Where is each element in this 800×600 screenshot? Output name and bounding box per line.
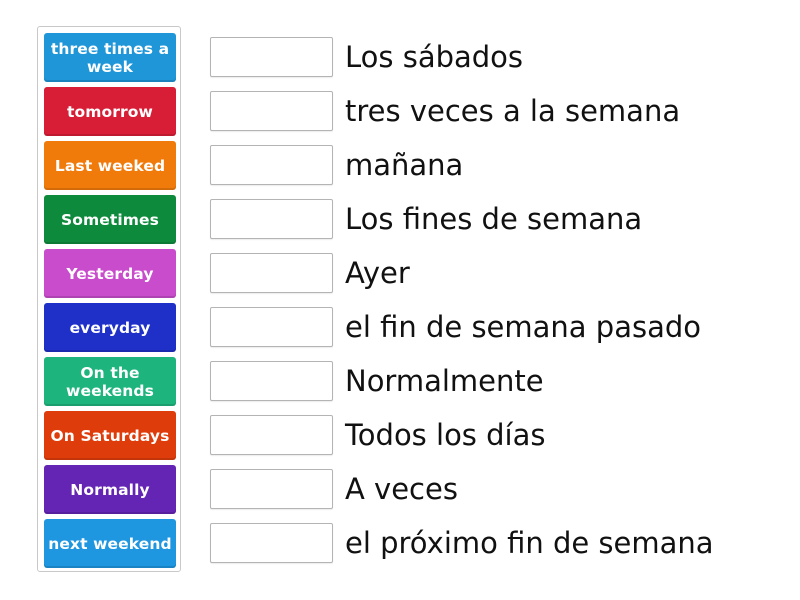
drop-zone[interactable]	[210, 145, 333, 185]
prompt-text: Todos los días	[345, 418, 546, 452]
prompt-text: Los sábados	[345, 40, 524, 74]
prompt-text: A veces	[345, 472, 458, 506]
answer-tile-label: everyday	[69, 318, 151, 337]
answer-tile[interactable]: On Saturdays	[44, 411, 176, 460]
answer-tile[interactable]: Normally	[44, 465, 176, 514]
answer-tile-label: Sometimes	[61, 210, 159, 229]
drop-zone[interactable]	[210, 523, 333, 563]
drop-zone[interactable]	[210, 199, 333, 239]
answer-tile[interactable]: Sometimes	[44, 195, 176, 244]
answer-tile-label: Yesterday	[66, 264, 154, 283]
answer-tile-label: next weekend	[48, 534, 172, 553]
drop-zone[interactable]	[210, 469, 333, 509]
prompt-text: mañana	[345, 148, 464, 182]
tile-tray: three times a week tomorrow Last weeked Som…	[37, 26, 181, 572]
prompt-text: el fin de semana pasado	[345, 310, 702, 344]
answer-tile-label: tomorrow	[67, 102, 153, 121]
prompt-row: tres veces a la semana	[210, 90, 680, 132]
answer-tile[interactable]: three times a week	[44, 33, 176, 82]
prompt-row: Ayer	[210, 252, 410, 294]
answer-tile-label: three times a week	[50, 39, 170, 76]
drop-zone[interactable]	[210, 91, 333, 131]
prompt-text: tres veces a la semana	[345, 94, 681, 128]
match-up-game: three times a week tomorrow Last weeked Som…	[0, 0, 800, 600]
drop-zone[interactable]	[210, 253, 333, 293]
answer-tile[interactable]: Last weeked	[44, 141, 176, 190]
answer-tile-label: On Saturdays	[50, 426, 170, 445]
answer-tile-label: Last weeked	[54, 156, 166, 175]
drop-zone[interactable]	[210, 415, 333, 455]
answer-tile-label: Normally	[70, 480, 150, 499]
answer-tile[interactable]: everyday	[44, 303, 176, 352]
prompt-row: A veces	[210, 468, 458, 510]
prompt-text: Normalmente	[345, 364, 544, 398]
prompt-row: Normalmente	[210, 360, 544, 402]
prompt-text: Los fines de semana	[345, 202, 643, 236]
answer-tile-label: On the weekends	[66, 363, 154, 400]
prompt-row: Los fines de semana	[210, 198, 642, 240]
drop-zone[interactable]	[210, 307, 333, 347]
answer-tile[interactable]: Yesterday	[44, 249, 176, 298]
prompt-row: mañana	[210, 144, 463, 186]
prompt-row: Los sábados	[210, 36, 523, 78]
prompt-row: Todos los días	[210, 414, 545, 456]
drop-zone[interactable]	[210, 361, 333, 401]
answer-tile[interactable]: next weekend	[44, 519, 176, 568]
prompt-text: el próximo fin de semana	[345, 526, 714, 560]
prompt-text: Ayer	[345, 256, 410, 290]
answer-tile[interactable]: On the weekends	[44, 357, 176, 406]
prompt-row: el fin de semana pasado	[210, 306, 701, 348]
drop-zone[interactable]	[210, 37, 333, 77]
prompt-row: el próximo fin de semana	[210, 522, 714, 564]
answer-tile[interactable]: tomorrow	[44, 87, 176, 136]
